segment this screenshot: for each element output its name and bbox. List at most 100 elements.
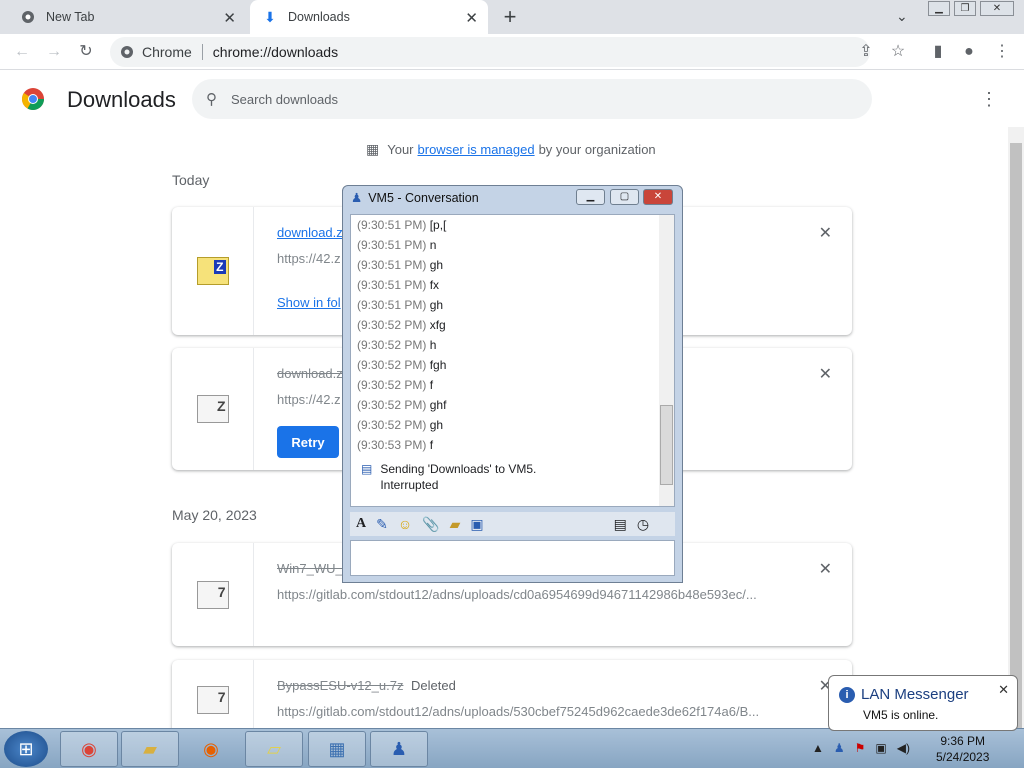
chat-timestamp: (9:30:52 PM) xyxy=(357,338,427,352)
omnibox[interactable]: Chrome chrome://downloads xyxy=(110,37,870,67)
managed-text: by your organization xyxy=(538,142,656,157)
reload-icon[interactable]: ↻ xyxy=(76,42,96,62)
restore-button[interactable]: ❐ xyxy=(954,1,976,16)
scrollbar-thumb[interactable] xyxy=(1010,143,1022,728)
chevron-down-icon[interactable]: ⌄ xyxy=(896,8,908,25)
date-header: May 20, 2023 xyxy=(172,507,257,523)
clock-icon[interactable]: ◷ xyxy=(637,516,649,533)
network-icon[interactable]: ▣ xyxy=(875,741,886,755)
notification-balloon[interactable]: i LAN Messenger VM5 is online. ✕ xyxy=(828,675,1018,731)
show-in-folder-link[interactable]: Show in fol xyxy=(277,295,341,310)
chat-timestamp: (9:30:51 PM) xyxy=(357,298,427,312)
messenger-icon: ♟ xyxy=(390,738,408,759)
remove-icon[interactable]: ✕ xyxy=(819,559,832,579)
search-input[interactable]: ⚲ Search downloads xyxy=(192,79,872,119)
chat-message: fx xyxy=(429,278,440,292)
start-button[interactable]: ⊞ xyxy=(4,731,48,767)
share-icon[interactable]: ⇪ xyxy=(856,42,876,62)
tab-downloads[interactable]: ⬇ Downloads ✕ xyxy=(250,0,488,34)
chat-timestamp: (9:30:51 PM) xyxy=(357,258,427,272)
remove-icon[interactable]: ✕ xyxy=(819,364,832,384)
messenger-icon: ♟ xyxy=(351,191,363,205)
zip-file-icon: Z xyxy=(196,257,229,285)
scrollbar-thumb[interactable] xyxy=(660,405,673,485)
menu-kebab-icon[interactable]: ⋮ xyxy=(992,42,1012,62)
profile-icon[interactable]: ● xyxy=(959,42,979,62)
taskbar-notes[interactable]: ▱ xyxy=(245,731,303,767)
notification-title-text: LAN Messenger xyxy=(861,686,969,703)
close-window-button[interactable]: ✕ xyxy=(980,1,1014,16)
maximize-button[interactable]: ▢ xyxy=(610,189,639,205)
show-hidden-icons[interactable]: ▲ xyxy=(812,741,824,755)
remove-icon[interactable]: ✕ xyxy=(819,223,832,243)
back-icon[interactable]: ← xyxy=(12,42,32,62)
volume-icon[interactable]: ◀) xyxy=(897,741,910,755)
side-panel-icon[interactable]: ▮ xyxy=(928,42,948,62)
chrome-icon xyxy=(20,9,36,25)
attach-file-icon[interactable]: 📎 xyxy=(422,516,439,533)
file-icon: 7 xyxy=(196,580,229,609)
search-icon: ⚲ xyxy=(206,91,217,108)
taskbar: ⊞ ◉ ▰ ◉ ▱ ▦ ♟ ▲ ♟ ⚑ ▣ ◀) 9:36 PM 5/24/20… xyxy=(0,728,1024,768)
chat-message: ghf xyxy=(429,398,447,412)
windows-logo-icon: ⊞ xyxy=(18,738,34,759)
chrome-logo-icon xyxy=(22,88,44,110)
notification-body: VM5 is online. xyxy=(863,708,939,722)
chat-message: n xyxy=(429,238,437,252)
font-color-icon[interactable]: ✎ xyxy=(376,516,388,533)
chat-timestamp: (9:30:52 PM) xyxy=(357,398,427,412)
chrome-icon: ◉ xyxy=(81,738,97,759)
chat-timestamp: (9:30:52 PM) xyxy=(357,318,427,332)
close-tab-icon[interactable]: ✕ xyxy=(465,9,478,27)
chat-timestamp: (9:30:51 PM) xyxy=(357,218,427,232)
close-tab-icon[interactable]: ✕ xyxy=(223,9,236,27)
message-input[interactable] xyxy=(350,540,675,576)
status-badge: Deleted xyxy=(411,678,456,693)
file-url[interactable]: https://gitlab.com/stdout12/adns/uploads… xyxy=(277,587,777,602)
tab-new-tab[interactable]: New Tab ✕ xyxy=(8,0,246,34)
new-tab-button[interactable]: + xyxy=(498,4,522,30)
conversation-window: ♟ VM5 - Conversation ▁ ▢ ✕ (9:30:51 PM) … xyxy=(342,185,683,583)
omnibox-url: chrome://downloads xyxy=(212,44,339,60)
taskbar-lan-messenger[interactable]: ♟ xyxy=(370,731,428,767)
date-header: Today xyxy=(172,172,210,188)
info-icon: i xyxy=(839,686,855,703)
managed-text: Your xyxy=(387,142,414,157)
control-panel-icon: ▦ xyxy=(328,738,346,759)
chat-line: (9:30:52 PM) xfg xyxy=(357,315,446,335)
send-folder-icon[interactable]: ▰ xyxy=(450,516,461,533)
chat-timestamp: (9:30:52 PM) xyxy=(357,358,427,372)
taskbar-control-panel[interactable]: ▦ xyxy=(308,731,366,767)
forward-icon[interactable]: → xyxy=(44,42,64,62)
file-name-link[interactable]: download.z xyxy=(277,225,343,240)
close-icon[interactable]: ✕ xyxy=(998,682,1009,698)
retry-button[interactable]: Retry xyxy=(277,426,339,458)
star-icon[interactable]: ☆ xyxy=(888,42,908,62)
smiley-icon[interactable]: ☺ xyxy=(398,516,412,532)
downloads-header: Downloads ⚲ Search downloads ⋮ xyxy=(0,71,1008,127)
action-center-icon[interactable]: ⚑ xyxy=(855,741,866,755)
chat-line: (9:30:52 PM) h xyxy=(357,335,446,355)
taskbar-explorer[interactable]: ▰ xyxy=(121,731,179,767)
managed-link[interactable]: browser is managed xyxy=(418,142,535,157)
history-icon[interactable]: ▤ xyxy=(614,516,627,533)
page-scrollbar[interactable] xyxy=(1008,127,1024,728)
minimize-button[interactable]: ▁ xyxy=(928,1,950,16)
managed-notice: ▦ Your browser is managed by your organi… xyxy=(366,141,656,158)
close-button[interactable]: ✕ xyxy=(643,189,673,205)
minimize-button[interactable]: ▁ xyxy=(576,189,605,205)
taskbar-firefox[interactable]: ◉ xyxy=(182,731,240,767)
messenger-tray-icon[interactable]: ♟ xyxy=(834,741,845,755)
omnibox-chip: Chrome xyxy=(142,44,192,60)
chat-line: (9:30:52 PM) gh xyxy=(357,415,446,435)
taskbar-chrome[interactable]: ◉ xyxy=(60,731,118,767)
chat-timestamp: (9:30:52 PM) xyxy=(357,378,427,392)
tab-label: Downloads xyxy=(288,10,350,24)
font-icon[interactable]: A xyxy=(356,516,366,532)
clock-time: 9:36 PM xyxy=(940,734,986,748)
file-url[interactable]: https://gitlab.com/stdout12/adns/uploads… xyxy=(277,704,777,719)
chat-scrollbar[interactable] xyxy=(659,215,674,506)
more-actions-icon[interactable]: ⋮ xyxy=(980,89,998,110)
save-icon[interactable]: ▣ xyxy=(470,516,483,533)
clock[interactable]: 9:36 PM 5/24/2023 xyxy=(936,733,989,765)
